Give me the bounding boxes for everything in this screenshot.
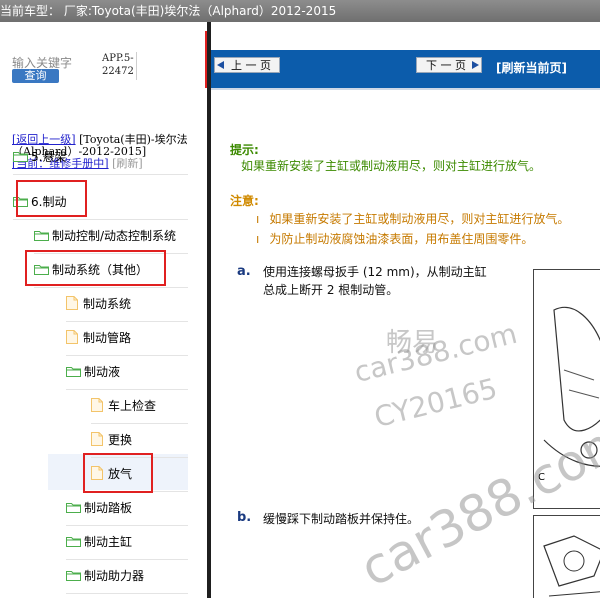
- folder-icon: [66, 570, 81, 581]
- brake-pedal-diagram: [533, 515, 600, 598]
- tree-item[interactable]: 制动液: [66, 361, 120, 383]
- refresh-page-link[interactable]: [刷新当前页]: [496, 59, 567, 76]
- tree-item-label: 制动主缸: [84, 535, 133, 549]
- tree-item[interactable]: 制动主缸: [66, 531, 132, 553]
- hint-title: 提示:: [230, 143, 259, 157]
- tree-item-label: 车上检查: [108, 399, 157, 413]
- folder-icon: [13, 151, 28, 162]
- app-code-line1: APP.5-: [102, 53, 134, 64]
- prev-page-label: 上 一 页: [231, 59, 271, 72]
- tree-separator: [66, 355, 188, 356]
- left-arrow-icon: [217, 61, 224, 69]
- tree-separator: [66, 525, 188, 526]
- tree-item[interactable]: 更换: [91, 429, 132, 451]
- step-a-letter: a.: [237, 264, 251, 279]
- step-a-text: 使用连接螺母扳手 (12 mm)，从制动主缸 总成上断开 2 根制动管。: [263, 265, 487, 297]
- tree-separator: [66, 389, 188, 390]
- manual-content-panel: 上 一 页 下 一 页 [刷新当前页] 提示: 如果重新安装了主缸或制动液用尽，…: [211, 22, 600, 598]
- left-navigation-panel: 输入关键字 查询 APP.5- 22472 [返回上一级] [Toyota(丰田…: [0, 22, 207, 598]
- caution-item-1: ı 如果重新安装了主缸或制动液用尽，则对主缸进行放气。: [256, 212, 570, 226]
- tree-item-label: 制动管路: [83, 331, 132, 345]
- tree-separator: [66, 559, 188, 560]
- next-page-label: 下 一 页: [426, 59, 466, 72]
- bullet-icon: ı: [256, 212, 260, 226]
- folder-icon: [66, 366, 81, 377]
- refresh-link[interactable]: [刷新]: [112, 157, 143, 170]
- tree-separator: [34, 287, 188, 288]
- app-code: APP.5- 22472: [102, 52, 134, 78]
- right-arrow-icon: [472, 61, 479, 69]
- document-icon: [91, 398, 103, 412]
- annotation-box-bleeding: [83, 453, 153, 493]
- tree-item[interactable]: 制动管路: [66, 327, 131, 349]
- tree-item-label: 制动踏板: [84, 501, 133, 515]
- tree-item[interactable]: 制动助力器: [66, 565, 144, 587]
- folder-icon: [34, 230, 49, 241]
- tree-item-label: 制动助力器: [84, 569, 145, 583]
- tree-item-label: 制动系统: [83, 297, 132, 311]
- tree-separator: [13, 174, 188, 175]
- annotation-box-brake-system-other: [25, 250, 166, 286]
- tree-separator: [13, 219, 188, 220]
- search-button[interactable]: 查询: [12, 69, 59, 83]
- bullet-icon: ı: [256, 232, 260, 246]
- caution-item-2: ı 为防止制动液腐蚀油漆表面，用布盖住周围零件。: [256, 232, 534, 246]
- tree-item-label: 5.悬架: [31, 150, 67, 164]
- step-b-letter: b.: [237, 510, 252, 525]
- tree-separator: [91, 423, 188, 424]
- caution-title: 注意:: [230, 194, 259, 208]
- tree-separator: [66, 593, 188, 594]
- tree-item-label: 制动液: [84, 365, 121, 379]
- folder-icon: [66, 502, 81, 513]
- tree-item[interactable]: 5.悬架: [13, 146, 66, 168]
- window-title-bar: 当前车型： 厂家:Toyota(丰田)埃尔法（Alphard）2012-2015: [0, 0, 600, 22]
- tree-separator: [66, 321, 188, 322]
- nav-underline: [211, 88, 600, 90]
- diagram-illustration-2: [543, 535, 600, 597]
- tree-item[interactable]: 车上检查: [91, 395, 156, 417]
- current-model-title: 当前车型： 厂家:Toyota(丰田)埃尔法（Alphard）2012-2015: [0, 4, 337, 18]
- prev-page-button[interactable]: 上 一 页: [214, 57, 280, 73]
- document-icon: [66, 296, 78, 310]
- folder-icon: [66, 536, 81, 547]
- divider: [136, 52, 137, 80]
- tree-item[interactable]: 制动系统: [66, 293, 131, 315]
- tree-item[interactable]: 制动踏板: [66, 497, 132, 519]
- hint-text: 如果重新安装了主缸或制动液用尽，则对主缸进行放气。: [241, 159, 542, 173]
- document-icon: [91, 432, 103, 446]
- tree-item-label: 更换: [108, 433, 133, 447]
- tree-item-label: 制动控制/动态控制系统: [52, 229, 177, 243]
- document-icon: [66, 330, 78, 344]
- tree-item[interactable]: 制动控制/动态控制系统: [34, 225, 176, 247]
- next-page-button[interactable]: 下 一 页: [416, 57, 482, 73]
- page-nav-bar: 上 一 页 下 一 页 [刷新当前页]: [211, 50, 600, 88]
- app-code-line2: 22472: [102, 66, 134, 77]
- annotation-box-braking: [16, 180, 87, 217]
